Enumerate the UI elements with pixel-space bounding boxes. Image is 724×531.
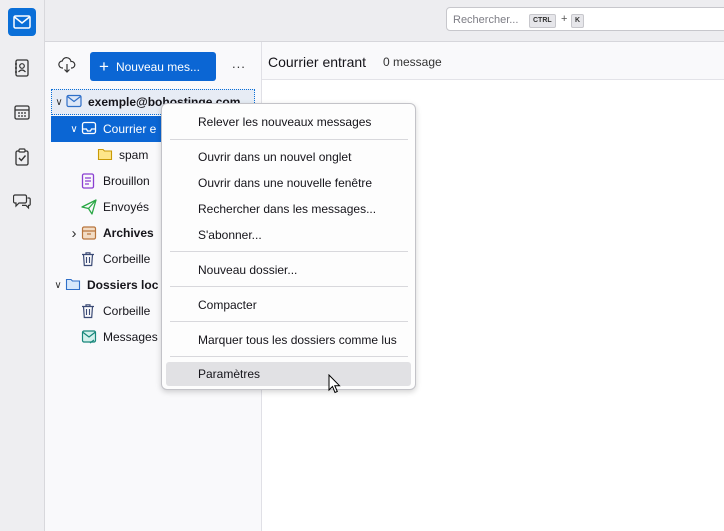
archive-icon [81, 225, 97, 241]
menu-item-open-new-tab[interactable]: Ouvrir dans un nouvel onglet [166, 146, 411, 168]
menu-separator [170, 356, 408, 357]
tasks-icon[interactable] [8, 143, 36, 171]
local-folder-icon [65, 277, 81, 293]
menu-separator [170, 251, 408, 252]
inbox-icon [81, 121, 97, 137]
sent-icon [81, 199, 97, 215]
message-list-header: Courrier entrant 0 message [262, 42, 724, 80]
folder-label: Archives [103, 226, 154, 240]
folder-label: Dossiers loc [87, 278, 159, 292]
search-placeholder: Rechercher... [453, 14, 519, 26]
chat-icon[interactable] [8, 187, 36, 215]
mouse-cursor-icon [328, 373, 341, 397]
menu-item-get-new-messages[interactable]: Relever les nouveaux messages [166, 111, 411, 133]
account-mail-icon [66, 94, 82, 110]
chevron-down-icon[interactable]: ∨ [51, 280, 65, 291]
chevron-down-icon[interactable]: ∨ [67, 124, 81, 135]
outbox-icon [81, 329, 97, 345]
shortcut-key-ctrl: CTRL [529, 14, 556, 28]
address-book-icon[interactable] [8, 54, 36, 82]
get-messages-icon[interactable] [58, 57, 76, 76]
new-message-button[interactable]: + Nouveau mes... [90, 52, 216, 81]
menu-item-compact[interactable]: Compacter [166, 294, 411, 316]
folder-title: Courrier entrant [268, 54, 367, 70]
chevron-right-icon[interactable]: › [67, 225, 81, 242]
folder-label: spam [119, 148, 149, 162]
folder-label: Corbeille [103, 304, 151, 318]
drafts-icon [81, 173, 97, 189]
folder-label: Corbeille [103, 252, 151, 266]
menu-item-mark-all-read[interactable]: Marquer tous les dossiers comme lus [166, 329, 411, 351]
folder-label: Envoyés [103, 200, 150, 214]
menu-separator [170, 286, 408, 287]
folder-label: Messages [103, 330, 158, 344]
trash-icon [81, 303, 97, 319]
message-count: 0 message [383, 55, 442, 69]
menu-item-new-folder[interactable]: Nouveau dossier... [166, 259, 411, 281]
folder-context-menu: Relever les nouveaux messages Ouvrir dan… [161, 103, 416, 390]
more-options-button[interactable]: ... [232, 56, 246, 71]
new-message-label: Nouveau mes... [115, 59, 200, 74]
mail-icon[interactable] [8, 8, 36, 36]
menu-separator [170, 139, 408, 140]
spaces-toolbar [0, 0, 45, 531]
folder-icon [97, 147, 113, 163]
menu-item-subscribe[interactable]: S'abonner... [166, 224, 411, 246]
chevron-down-icon[interactable]: ∨ [52, 97, 66, 108]
menu-item-open-new-window[interactable]: Ouvrir dans une nouvelle fenêtre [166, 172, 411, 194]
menu-item-search-messages[interactable]: Rechercher dans les messages... [166, 198, 411, 220]
menu-item-settings[interactable]: Paramètres [166, 362, 411, 386]
folder-label: Brouillon [103, 174, 150, 188]
folder-label: Courrier e [103, 122, 157, 136]
shortcut-plus: + [561, 13, 568, 25]
shortcut-key-k: K [571, 14, 585, 28]
plus-icon: + [99, 57, 109, 76]
menu-separator [170, 321, 408, 322]
calendar-icon[interactable] [8, 98, 36, 126]
trash-icon [81, 251, 97, 267]
top-bar: Rechercher... CTRL + K [45, 0, 724, 42]
search-input[interactable]: Rechercher... CTRL + K [446, 7, 724, 31]
